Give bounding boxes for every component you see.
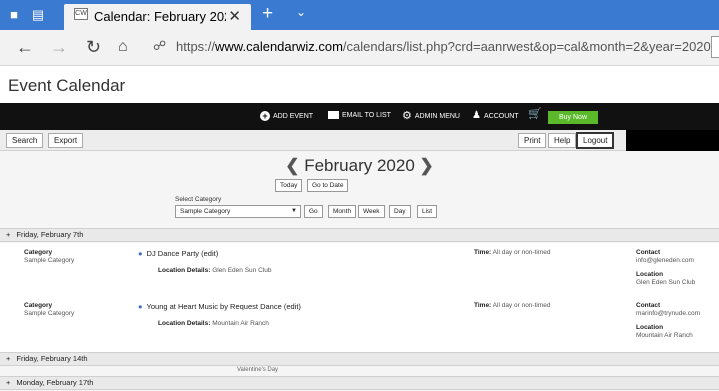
address-bar[interactable]: https://www.calendarwiz.com/calendars/li… <box>176 39 711 54</box>
page-title: Event Calendar <box>8 76 126 95</box>
location-value: Mountain Air Ranch <box>636 332 693 339</box>
tab-title: Calendar: February 2020 <box>94 9 226 24</box>
day-header[interactable]: + Friday, February 7th <box>0 228 719 242</box>
header-right-panel <box>626 130 719 151</box>
url-domain: www.calendarwiz.com <box>215 39 343 54</box>
day-label: Friday, February 7th <box>16 230 84 239</box>
buy-now-button[interactable]: Buy Now <box>548 111 598 124</box>
toolbar: Search Export Print Help Logout <box>0 130 719 151</box>
email-list-label: EMAIL TO LIST <box>342 112 391 119</box>
location-heading: Location <box>636 271 664 278</box>
add-event-button[interactable]: + ADD EVENT <box>260 111 313 122</box>
add-event-label: ADD EVENT <box>273 112 314 120</box>
gear-icon: ⚙ <box>402 110 412 122</box>
toolbar-edge <box>711 36 719 58</box>
browser-window: ■ ▤ CW Calendar: February 2020 ✕ + ⌄ ← →… <box>0 0 719 391</box>
go-button[interactable]: Go <box>304 205 323 218</box>
month-label: February 2020 <box>304 156 415 175</box>
selected-category: Sample Category <box>180 208 231 215</box>
print-button[interactable]: Print <box>518 133 547 148</box>
category-value: Sample Category <box>24 310 75 317</box>
new-tab-button[interactable]: + <box>262 4 273 24</box>
expand-icon[interactable]: + <box>6 230 10 239</box>
email-list-button[interactable]: EMAIL TO LIST <box>328 111 391 121</box>
time-value: All day or non-timed <box>492 302 551 309</box>
view-list-button[interactable]: List <box>417 205 438 218</box>
location-value: Glen Eden Sun Club <box>636 279 696 286</box>
time-value: All day or non-timed <box>492 249 551 256</box>
expand-icon[interactable]: + <box>6 378 10 387</box>
account-button[interactable]: ♟ ACCOUNT <box>472 111 519 122</box>
export-button[interactable]: Export <box>48 133 84 148</box>
logout-button[interactable]: Logout <box>576 132 615 149</box>
next-month-icon[interactable]: ❯ <box>420 156 434 175</box>
day-label: Friday, February 14th <box>16 354 88 363</box>
go-to-date-button[interactable]: Go to Date <box>307 179 349 192</box>
admin-menu-label: ADMIN MENU <box>414 112 460 120</box>
navigation-bar: ← → ↻ ⌂ ☍ https://www.calendarwiz.com/ca… <box>0 30 719 66</box>
admin-menu-button[interactable]: ⚙ ADMIN MENU <box>402 111 460 122</box>
cart-icon[interactable]: 🛒 <box>528 109 542 120</box>
dropdown-arrow-icon: ▼ <box>291 208 297 214</box>
window-icon[interactable]: ■ <box>6 7 22 23</box>
contact-email[interactable]: marinfo@trynude.com <box>636 310 700 318</box>
plus-circle-icon: + <box>260 111 270 121</box>
tab-preview-icon[interactable]: ▤ <box>30 7 46 23</box>
event-title-text: DJ Dance Party (edit) <box>146 249 219 258</box>
view-day-button[interactable]: Day <box>389 205 411 218</box>
category-select[interactable]: Sample Category ▼ <box>175 205 301 218</box>
day-header[interactable]: + Monday, February 17th <box>0 376 719 390</box>
contact-heading: Contact <box>636 249 661 256</box>
close-tab-icon[interactable]: ✕ <box>228 7 241 25</box>
url-path: /calendars/list.php?crd=aanrwest&op=cal&… <box>342 39 711 54</box>
time-label: Time: <box>474 302 492 309</box>
lock-icon[interactable]: ☍ <box>153 38 166 54</box>
expand-icon[interactable]: + <box>6 354 10 363</box>
view-month-button[interactable]: Month <box>328 205 357 218</box>
category-heading: Category <box>24 249 53 256</box>
tab-strip: ■ ▤ CW Calendar: February 2020 ✕ + ⌄ <box>0 0 719 30</box>
previous-month-icon[interactable]: ❮ <box>285 156 299 175</box>
home-button[interactable]: ⌂ <box>118 36 128 58</box>
forward-button[interactable]: → <box>50 36 68 58</box>
account-label: ACCOUNT <box>483 112 519 120</box>
category-heading: Category <box>24 302 53 309</box>
select-category-label: Select Category <box>175 196 222 203</box>
event-title-text: Young at Heart Music by Request Dance (e… <box>146 302 301 311</box>
contact-heading: Contact <box>636 302 661 309</box>
event-title[interactable]: ● Young at Heart Music by Request Dance (… <box>138 302 301 311</box>
event-row: Category Sample Category ● Young at Heart… <box>0 296 719 356</box>
month-navigation: ❮ February 2020 ❯ <box>0 156 719 176</box>
user-icon: ♟ <box>472 110 481 121</box>
tab-menu-chevron-icon[interactable]: ⌄ <box>296 5 306 19</box>
refresh-button[interactable]: ↻ <box>86 36 101 58</box>
time-label: Time: <box>474 249 492 256</box>
bullet-icon: ● <box>138 302 143 311</box>
day-label: Monday, February 17th <box>16 378 94 387</box>
event-title[interactable]: ● DJ Dance Party (edit) <box>138 249 218 258</box>
location-heading: Location <box>636 324 664 331</box>
site-favicon-icon: CW <box>74 8 88 20</box>
search-button[interactable]: Search <box>6 133 44 148</box>
category-value: Sample Category <box>24 257 75 264</box>
contact-email[interactable]: info@gleneden.com <box>636 257 694 265</box>
holiday-note: Valentine's Day <box>237 367 279 373</box>
view-week-button[interactable]: Week <box>358 205 385 218</box>
back-button[interactable]: ← <box>16 36 34 58</box>
day-header[interactable]: + Friday, February 14th <box>0 352 719 366</box>
location-details-value: Glen Eden Sun Club <box>212 267 272 274</box>
event-row: Category Sample Category ● DJ Dance Party… <box>0 243 719 303</box>
location-details-label: Location Details: <box>158 267 211 274</box>
today-button[interactable]: Today <box>275 179 303 192</box>
bullet-icon: ● <box>138 249 143 258</box>
tab-calendar[interactable]: CW Calendar: February 2020 ✕ <box>64 4 251 30</box>
envelope-icon <box>328 111 339 120</box>
location-details-label: Location Details: <box>158 320 211 327</box>
help-button[interactable]: Help <box>548 133 577 148</box>
url-scheme: https:// <box>176 39 216 54</box>
top-menu-bar: + ADD EVENT EMAIL TO LIST ⚙ ADMIN MENU ♟ AC… <box>0 103 719 130</box>
location-details-value: Mountain Air Ranch <box>212 320 269 327</box>
